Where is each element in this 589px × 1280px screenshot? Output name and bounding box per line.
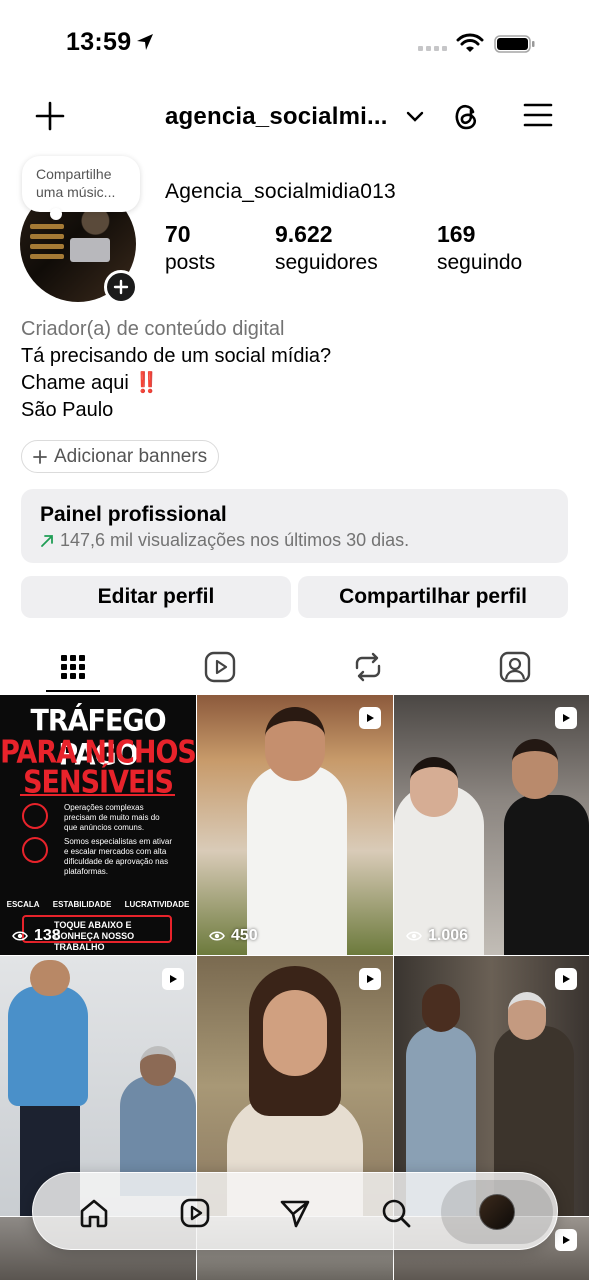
dashboard-subtitle: 147,6 mil visualizações nos últimos 30 d… bbox=[40, 530, 549, 551]
eye-icon bbox=[209, 931, 225, 941]
active-tab-indicator bbox=[46, 690, 100, 692]
stat-following[interactable]: 169 seguindo bbox=[437, 221, 522, 275]
create-plus-icon[interactable] bbox=[34, 100, 66, 132]
note-bubble[interactable]: Compartilhe uma músic... bbox=[22, 156, 140, 220]
bio-text: Chame aqui bbox=[21, 372, 129, 394]
stat-label: posts bbox=[165, 251, 216, 274]
add-banners-label: Adicionar banners bbox=[54, 445, 208, 467]
view-count: 138 bbox=[12, 927, 61, 945]
bio: Criador(a) de conteúdo digital Tá precis… bbox=[21, 316, 331, 424]
plus-icon bbox=[33, 449, 47, 464]
view-count-value: 138 bbox=[34, 927, 61, 944]
tab-tagged[interactable] bbox=[488, 646, 542, 688]
menu-hamburger-icon[interactable] bbox=[523, 102, 553, 128]
nav-reels[interactable] bbox=[175, 1193, 215, 1233]
add-story-icon[interactable] bbox=[104, 270, 138, 304]
status-bar: 13:59 bbox=[0, 0, 589, 80]
wifi-icon bbox=[456, 33, 484, 52]
nav-profile[interactable] bbox=[441, 1180, 553, 1244]
profile-avatar-icon bbox=[479, 1194, 515, 1230]
display-name: Agencia_socialmidia013 bbox=[165, 180, 396, 203]
reel-icon bbox=[162, 968, 184, 990]
home-icon bbox=[80, 1199, 108, 1228]
battery-icon bbox=[494, 35, 535, 53]
chevron-down-icon[interactable] bbox=[405, 110, 425, 124]
stat-posts[interactable]: 70 posts bbox=[165, 221, 215, 275]
view-count-value: 1.006 bbox=[428, 927, 469, 944]
add-banners-button[interactable]: Adicionar banners bbox=[21, 440, 220, 473]
nav-search[interactable] bbox=[376, 1193, 416, 1233]
reel-icon bbox=[359, 968, 381, 990]
post-label: ESTABILIDADE bbox=[52, 900, 112, 909]
bio-category: Criador(a) de conteúdo digital bbox=[21, 318, 285, 340]
reel-icon bbox=[555, 1229, 577, 1251]
double-exclamation-emoji: ‼️ bbox=[134, 372, 160, 394]
status-time: 13:59 bbox=[66, 28, 132, 56]
bio-line: Tá precisando de um social mídia? bbox=[21, 345, 332, 367]
dashboard-title: Painel profissional bbox=[40, 503, 227, 526]
stat-value: 70 bbox=[165, 221, 191, 247]
bottom-navigation bbox=[32, 1172, 558, 1250]
view-count-value: 450 bbox=[231, 927, 258, 944]
location-arrow-icon bbox=[137, 34, 153, 50]
tagged-icon bbox=[499, 651, 531, 683]
dashboard-views-text: 147,6 mil visualizações nos últimos 30 d… bbox=[60, 530, 410, 550]
bio-line: Chame aqui ‼️ bbox=[21, 370, 331, 397]
nav-home[interactable] bbox=[74, 1193, 114, 1233]
post-tile[interactable]: 1.006 bbox=[394, 695, 589, 955]
nav-messages[interactable] bbox=[275, 1193, 315, 1233]
trend-up-arrow-icon bbox=[41, 534, 53, 547]
profile-header: agencia_socialmi... bbox=[0, 92, 589, 142]
threads-icon[interactable] bbox=[449, 98, 483, 134]
reel-icon bbox=[359, 707, 381, 729]
eye-icon bbox=[406, 931, 422, 941]
target-icon bbox=[22, 803, 48, 829]
stat-value: 9.622 bbox=[275, 221, 333, 247]
tab-reposts[interactable] bbox=[341, 646, 395, 688]
reels-icon bbox=[204, 651, 236, 683]
reels-icon bbox=[180, 1198, 210, 1228]
stat-label: seguindo bbox=[437, 251, 523, 274]
reel-icon bbox=[555, 968, 577, 990]
shield-check-icon bbox=[22, 837, 48, 863]
post-tile[interactable]: TRÁFEGO PAGO PARA NICHOS SENSÍVEIS Opera… bbox=[0, 695, 196, 955]
eye-icon bbox=[12, 931, 28, 941]
profile-tabs bbox=[0, 640, 589, 694]
bio-location: São Paulo bbox=[21, 399, 114, 421]
post-label: ESCALA bbox=[6, 900, 40, 909]
stat-followers[interactable]: 9.622 seguidores bbox=[275, 221, 378, 275]
search-icon bbox=[382, 1199, 411, 1228]
tab-reels[interactable] bbox=[193, 646, 247, 688]
tab-grid[interactable] bbox=[46, 646, 100, 688]
grid-icon bbox=[61, 655, 85, 679]
reel-icon bbox=[555, 707, 577, 729]
view-count: 1.006 bbox=[406, 927, 468, 945]
post-text: Operações complexas precisam de muito ma… bbox=[64, 803, 160, 832]
post-text: Somos especialistas em ativar e escalar … bbox=[64, 837, 173, 876]
repost-icon bbox=[355, 652, 381, 682]
view-count: 450 bbox=[209, 927, 258, 945]
post-label: LUCRATIVIDADE bbox=[124, 900, 190, 909]
username-switcher[interactable]: agencia_socialmi... bbox=[165, 103, 388, 131]
cellular-signal-icon bbox=[418, 46, 447, 51]
professional-dashboard[interactable]: Painel profissional 147,6 mil visualizaç… bbox=[21, 489, 568, 563]
post-tile[interactable]: 450 bbox=[197, 695, 393, 955]
stat-value: 169 bbox=[437, 221, 476, 247]
stat-label: seguidores bbox=[275, 251, 378, 274]
share-profile-button[interactable]: Compartilhar perfil bbox=[298, 576, 568, 618]
edit-profile-button[interactable]: Editar perfil bbox=[21, 576, 291, 618]
send-icon bbox=[280, 1200, 310, 1228]
